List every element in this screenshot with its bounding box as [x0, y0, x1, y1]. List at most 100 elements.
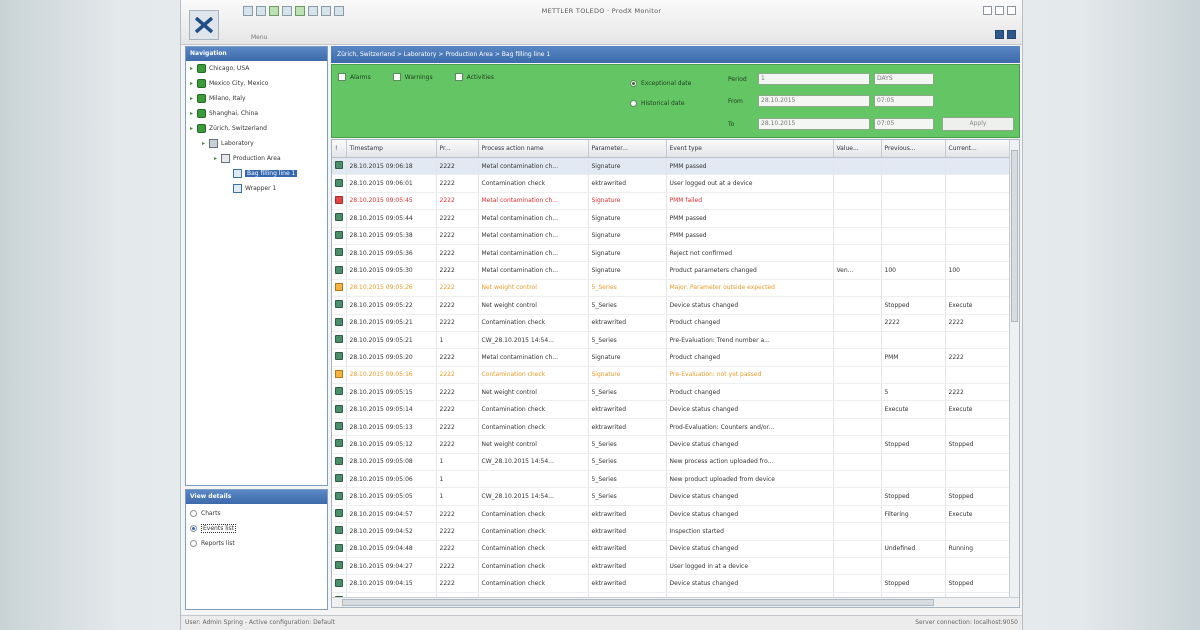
lock-icon[interactable] — [1007, 30, 1016, 39]
table-row[interactable]: 28.10.2015 09:05:44 2222 Metal contaminati… — [332, 209, 1012, 228]
table-cell: Stopped — [881, 574, 946, 593]
minimize-icon[interactable] — [983, 6, 992, 15]
column-header[interactable]: Timestamp — [346, 140, 437, 158]
from-time-input[interactable]: 07:05 — [874, 95, 934, 107]
view-option[interactable]: Charts — [186, 506, 327, 521]
layout-icon[interactable] — [995, 30, 1004, 39]
table-row[interactable]: 28.10.2015 09:06:18 2222 Metal contaminati… — [332, 157, 1012, 176]
view-option[interactable]: Reports list — [186, 536, 327, 551]
table-row[interactable]: 28.10.2015 09:05:12 2222 Net weight contro… — [332, 435, 1012, 454]
table-row[interactable]: 28.10.2015 09:05:05 1 CW_28.10.2015 14:54.… — [332, 487, 1012, 506]
date-mode-radio[interactable]: Historical date — [630, 93, 691, 113]
table-row[interactable]: 28.10.2015 09:05:21 1 CW_28.10.2015 14:54.… — [332, 331, 1012, 350]
horizontal-scrollbar[interactable] — [332, 597, 1019, 607]
table-row[interactable]: 28.10.2015 09:05:16 2222 Contamination che… — [332, 366, 1012, 385]
vertical-scroll-thumb[interactable] — [1011, 150, 1018, 322]
table-cell: 28.10.2015 09:05:21 — [346, 314, 437, 332]
table-row[interactable]: 28.10.2015 09:05:22 2222 Net weight contro… — [332, 296, 1012, 315]
expand-icon[interactable]: ▸ — [214, 151, 221, 166]
maximize-icon[interactable] — [995, 6, 1004, 15]
table-row[interactable]: 28.10.2015 09:05:14 2222 Contamination che… — [332, 400, 1012, 419]
status-cell — [332, 383, 347, 402]
expand-icon[interactable]: ▸ — [190, 76, 197, 91]
column-header[interactable]: ! — [332, 140, 347, 158]
table-cell: Device status changed — [666, 435, 834, 454]
view-options: Charts Events list Reports list — [186, 504, 327, 551]
column-header[interactable]: Value... — [833, 140, 882, 158]
table-row[interactable]: 28.10.2015 09:04:57 2222 Contamination che… — [332, 505, 1012, 524]
tree-item[interactable]: ▸ Mexico City, Mexico — [186, 76, 327, 91]
table-cell: 2222 — [436, 540, 479, 558]
table-row[interactable]: 28.10.2015 09:05:20 2222 Metal contaminati… — [332, 348, 1012, 367]
table-cell: 2222 — [945, 314, 1012, 332]
date-mode-radio[interactable]: Exceptional date — [630, 73, 691, 93]
checkbox-icon[interactable] — [392, 73, 401, 81]
period-input[interactable]: 1 — [758, 73, 870, 85]
expand-icon[interactable]: ▸ — [190, 121, 197, 136]
radio-icon[interactable] — [190, 510, 197, 517]
table-row[interactable]: 28.10.2015 09:05:06 1 5_Series New product … — [332, 470, 1012, 489]
column-header[interactable]: Process action name — [478, 140, 589, 158]
filter-checkbox[interactable]: Alarms — [338, 73, 371, 81]
table-cell: 5_Series — [588, 296, 667, 315]
filter-checkbox[interactable]: Activities — [454, 73, 494, 81]
radio-icon[interactable] — [630, 99, 637, 107]
column-header[interactable]: Parameter... — [588, 140, 667, 158]
globe-icon — [197, 94, 206, 103]
checkbox-icon[interactable] — [338, 73, 346, 81]
tree-item[interactable]: ▸ Chicago, USA — [186, 61, 327, 76]
table-row[interactable]: 28.10.2015 09:05:38 2222 Metal contaminati… — [332, 227, 1012, 245]
table-row[interactable]: 28.10.2015 09:05:15 2222 Net weight contro… — [332, 383, 1012, 402]
column-header[interactable]: Current... — [945, 140, 1012, 158]
table-cell: 2222 — [436, 314, 479, 332]
table-row[interactable]: 28.10.2015 09:05:36 2222 Metal contaminati… — [332, 244, 1012, 263]
expand-icon[interactable]: ▸ — [190, 91, 197, 106]
activity-icon — [335, 178, 343, 187]
tree-item[interactable]: ▸ Zürich, Switzerland — [186, 121, 327, 136]
filter-checkbox[interactable]: Warnings — [392, 73, 433, 81]
to-time-input[interactable]: 07:05 — [874, 118, 934, 130]
expand-icon[interactable]: ▸ — [202, 136, 209, 151]
radio-icon[interactable] — [190, 525, 197, 532]
vertical-scrollbar[interactable] — [1009, 140, 1019, 598]
expand-icon[interactable]: ▸ — [190, 106, 197, 121]
table-row[interactable]: 28.10.2015 09:04:48 2222 Contamination che… — [332, 540, 1012, 558]
to-date-input[interactable]: 28.10.2015 — [758, 118, 870, 130]
menu-label[interactable]: Menu — [251, 34, 267, 41]
tree-item[interactable]: Bag filling line 1 — [186, 166, 327, 181]
apply-button[interactable]: Apply — [942, 117, 1014, 131]
table-row[interactable]: 28.10.2015 09:04:52 2222 Contamination che… — [332, 522, 1012, 541]
table-row[interactable]: 28.10.2015 09:05:08 1 CW_28.10.2015 14:54.… — [332, 453, 1012, 472]
tree-item[interactable]: ▸ Milano, Italy — [186, 91, 327, 106]
tree-item[interactable]: Wrapper 1 — [186, 181, 327, 196]
status-cell — [332, 540, 347, 558]
from-date-input[interactable]: 28.10.2015 — [758, 95, 870, 107]
table-cell: 28.10.2015 09:05:30 — [346, 261, 437, 280]
expand-icon[interactable]: ▸ — [190, 61, 197, 76]
radio-icon[interactable] — [630, 79, 637, 87]
table-row[interactable]: 28.10.2015 09:05:45 2222 Metal contaminati… — [332, 192, 1012, 211]
column-header[interactable]: Pr... — [436, 140, 479, 158]
table-cell: PMM — [881, 348, 946, 367]
date-mode-label: Historical date — [641, 99, 685, 107]
table-row[interactable]: 28.10.2015 09:04:15 2222 Contamination che… — [332, 574, 1012, 593]
tree-item[interactable]: ▸ Laboratory — [186, 136, 327, 151]
table-row[interactable]: 28.10.2015 09:05:21 2222 Contamination che… — [332, 314, 1012, 332]
table-row[interactable]: 28.10.2015 09:06:01 2222 Contamination che… — [332, 174, 1012, 193]
horizontal-scroll-thumb[interactable] — [342, 599, 934, 606]
radio-icon[interactable] — [190, 540, 197, 547]
column-header[interactable]: Previous... — [881, 140, 946, 158]
tree-item[interactable]: ▸ Production Area — [186, 151, 327, 166]
table-row[interactable]: 28.10.2015 09:05:30 2222 Metal contaminati… — [332, 261, 1012, 280]
checkbox-icon[interactable] — [454, 73, 463, 81]
breadcrumb: Zürich, Switzerland > Laboratory > Produ… — [331, 46, 1020, 63]
table-row[interactable]: 28.10.2015 09:04:27 2222 Contamination che… — [332, 557, 1012, 576]
column-header[interactable]: Event type — [666, 140, 834, 158]
tree-item[interactable]: ▸ Shanghai, China — [186, 106, 327, 121]
close-icon[interactable] — [1007, 6, 1016, 15]
table-cell — [945, 418, 1012, 437]
period-unit-select[interactable]: DAYS — [874, 73, 934, 85]
table-row[interactable]: 28.10.2015 09:05:13 2222 Contamination che… — [332, 418, 1012, 437]
view-option[interactable]: Events list — [186, 521, 327, 536]
table-row[interactable]: 28.10.2015 09:05:26 2222 Net weight contro… — [332, 279, 1012, 298]
